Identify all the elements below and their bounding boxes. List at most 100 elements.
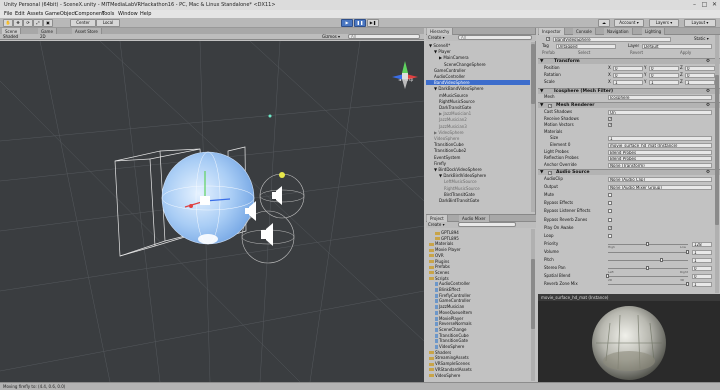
transform-y-field[interactable]: 0 [649, 73, 679, 78]
project-folder-item[interactable]: Scripts [429, 276, 449, 281]
menu-assets[interactable]: Assets [27, 11, 43, 17]
hierarchy-item[interactable]: RightMusicSource [426, 186, 530, 191]
project-folder-item[interactable]: Plugins [429, 259, 449, 264]
inspector-scrollbar[interactable] [715, 35, 719, 293]
hierarchy-item[interactable]: ▼ DarkBirdVideoSphere [426, 173, 530, 178]
audio-source-slider-track[interactable] [608, 251, 688, 253]
hierarchy-scroll-thumb[interactable] [531, 44, 535, 104]
rect-tool-button[interactable]: ▣ [43, 19, 53, 27]
hierarchy-item[interactable]: ▼ SceneX* [426, 43, 530, 48]
play-button[interactable]: ▶ [341, 19, 353, 27]
transform-y-field[interactable]: 0 [649, 66, 679, 71]
hierarchy-item[interactable]: ▶ VideoSphere [426, 130, 530, 135]
mesh-renderer-field[interactable]: Blend Probes [608, 149, 712, 155]
step-button[interactable]: ▶❚ [367, 19, 379, 27]
audio-source-enabled-checkbox[interactable] [548, 170, 552, 176]
layer-dropdown[interactable]: Default [642, 44, 712, 49]
audio-source-checkbox[interactable] [608, 201, 612, 206]
hierarchy-item[interactable]: ▼ DarkBandVideoSphere [426, 86, 530, 91]
mesh-renderer-field[interactable]: None (Transform) [608, 162, 712, 168]
component-settings-gear-icon[interactable]: ⚙ [706, 170, 710, 176]
object-active-checkbox[interactable] [546, 36, 550, 41]
preview-header[interactable]: movie_surface_hd_mat (Instance) [538, 294, 720, 301]
hierarchy-create-button[interactable]: Create ▾ [428, 35, 445, 40]
hierarchy-item[interactable]: ▼ BirdDockVideoSphere [426, 167, 530, 172]
project-folder-item[interactable]: Materials [429, 241, 453, 246]
audio-source-slider-value[interactable]: 1 [692, 282, 712, 288]
audio-source-slider-handle[interactable] [686, 282, 689, 287]
layout-dropdown[interactable]: Layout ▾ [684, 19, 716, 27]
hierarchy-item[interactable]: TransitionCube [426, 142, 530, 147]
rotate-tool-button[interactable]: ⟳ [23, 19, 33, 27]
hierarchy-item[interactable]: RightMusicSource [426, 99, 530, 104]
project-folder-item[interactable]: Movie Player [429, 247, 461, 252]
project-folder-item[interactable]: VRSampleScenes [429, 361, 470, 366]
cloud-button[interactable]: ☁ [598, 19, 610, 27]
transform-z-field[interactable]: 0 [685, 73, 715, 78]
mesh-object-field[interactable]: Icosphere [608, 95, 712, 100]
prefab-apply-button[interactable]: Apply [680, 50, 691, 56]
transform-component-header[interactable]: ▼ Transform ⚙ [538, 58, 720, 64]
tab-project[interactable]: Project [427, 215, 448, 222]
audio-source-checkbox[interactable] [608, 225, 612, 230]
transform-x-field[interactable]: 0 [613, 73, 643, 78]
audio-source-slider-value[interactable]: 0 [692, 266, 712, 272]
2d-toggle[interactable]: 2D [40, 34, 46, 39]
hierarchy-item[interactable]: BirdTransitGate [426, 192, 530, 197]
transform-z-field[interactable]: 1 [685, 80, 715, 85]
component-settings-gear-icon[interactable]: ⚙ [706, 59, 710, 65]
hierarchy-item[interactable]: TransitionCube2 [426, 148, 530, 153]
project-scroll-thumb[interactable] [531, 259, 535, 329]
hierarchy-item[interactable]: BandVideoSphere [426, 80, 530, 86]
component-settings-gear-icon[interactable]: ⚙ [706, 103, 710, 109]
project-script-item[interactable]: TransitionGate [435, 338, 468, 344]
project-script-item[interactable]: FireflyController [435, 293, 471, 298]
project-folder-item[interactable]: StreamingAssets [429, 355, 469, 360]
hierarchy-search-input[interactable]: All [458, 35, 532, 40]
audio-source-slider-value[interactable]: 1 [692, 258, 712, 263]
audio-source-checkbox[interactable] [608, 233, 612, 238]
audio-source-slider-track[interactable] [608, 260, 688, 261]
audio-source-slider-handle[interactable] [659, 258, 663, 262]
audio-source-slider-track[interactable] [608, 276, 688, 278]
hierarchy-item[interactable]: GameController [426, 68, 530, 73]
audio-source-slider-handle[interactable] [686, 249, 689, 254]
audio-source-slider-track[interactable] [608, 284, 688, 286]
project-script-item[interactable]: AudioController [435, 281, 470, 287]
menu-window[interactable]: Window [118, 11, 138, 17]
persp-label[interactable]: ◄ Persp [398, 77, 413, 82]
tab-console[interactable]: Console [573, 28, 596, 35]
audio-source-checkbox[interactable] [608, 209, 612, 214]
menu-tools[interactable]: Tools [102, 11, 114, 17]
tab-lighting[interactable]: Lighting [642, 28, 666, 35]
gizmos-dropdown[interactable]: Gizmos ▾ [322, 34, 340, 39]
hand-tool-button[interactable]: ✋ [3, 19, 13, 27]
project-scrollbar[interactable] [531, 229, 535, 381]
audio-source-object-field[interactable]: None (Audio Clip) [608, 177, 712, 182]
project-script-item[interactable]: JazzMusician [435, 304, 464, 310]
scene-search-input[interactable]: All [348, 34, 420, 39]
menu-gameobject[interactable]: GameObject [45, 11, 76, 17]
scene-view[interactable]: ◄ Persp [0, 41, 424, 382]
mesh-renderer-enabled-checkbox[interactable] [548, 103, 552, 109]
mesh-renderer-field[interactable]: On [608, 110, 712, 115]
hierarchy-item[interactable]: DarkTransitGate [426, 105, 530, 110]
audio-source-slider-value[interactable]: 1 [692, 249, 712, 255]
hierarchy-item[interactable]: DarkBirdTransitGate [426, 198, 530, 203]
audio-source-checkbox[interactable] [608, 217, 612, 222]
tag-dropdown[interactable]: Untagged [556, 44, 616, 49]
hierarchy-item[interactable]: LeftMusicSource [426, 179, 530, 184]
hierarchy-item[interactable]: ▶ MainCamera [426, 55, 530, 60]
project-folder-item[interactable]: VRStandardAssets [429, 367, 472, 372]
project-folder-item[interactable]: GPTL895 [435, 236, 459, 241]
transform-x-field[interactable]: 1 [613, 80, 643, 85]
project-folder-item[interactable]: Scenes [429, 270, 449, 275]
menu-component[interactable]: Component [75, 11, 104, 17]
hierarchy-item[interactable]: AudioController [426, 74, 530, 79]
project-script-item[interactable]: MoviePlayer [435, 316, 463, 321]
move-tool-button[interactable]: ✥ [13, 19, 23, 27]
project-script-item[interactable]: TransitionCube [435, 333, 469, 338]
audio-source-slider-handle[interactable] [646, 241, 649, 246]
project-script-item[interactable]: BlinkEffect [435, 287, 460, 292]
project-create-button[interactable]: Create ▾ [428, 222, 445, 227]
